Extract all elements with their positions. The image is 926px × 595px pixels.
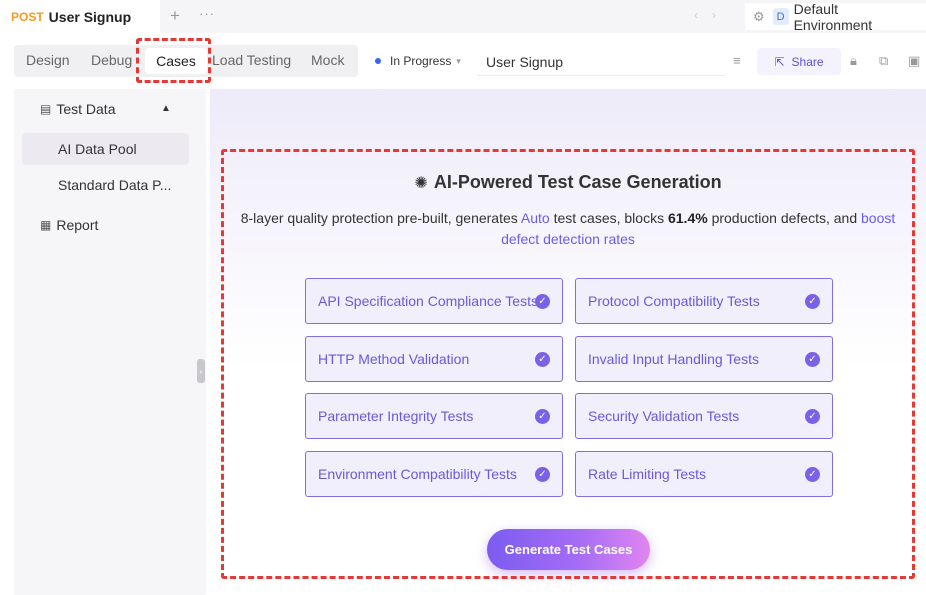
tab-mock[interactable]: Mock <box>311 52 344 68</box>
check-icon: ✓ <box>535 294 550 309</box>
generate-test-cases-button[interactable]: Generate Test Cases <box>487 529 650 570</box>
status-dot <box>375 58 381 64</box>
share-icon: ⇱ <box>774 54 785 69</box>
feature-card[interactable]: API Specification Compliance Tests ✓ <box>305 278 563 324</box>
defect-percent: 61.4% <box>667 210 708 226</box>
feature-label: HTTP Method Validation <box>318 351 470 367</box>
more-icon[interactable]: ··· <box>199 6 215 21</box>
auto-link[interactable]: Auto <box>521 210 550 226</box>
sidebar-collapse-handle[interactable]: ‹ <box>197 359 205 383</box>
check-icon: ✓ <box>535 409 550 424</box>
description-text: production defects, and <box>707 210 862 226</box>
description: 8-layer quality protection pre-built, ge… <box>232 208 904 250</box>
feature-card[interactable]: Invalid Input Handling Tests ✓ <box>575 336 833 382</box>
chart-icon: ▤ <box>40 102 52 116</box>
lock-icon[interactable]: 🔒︎ <box>850 53 857 69</box>
sidebar: ▤ Test Data ▲ AI Data Pool Standard Data… <box>14 89 206 595</box>
tab-design[interactable]: Design <box>26 52 70 68</box>
feature-card[interactable]: Rate Limiting Tests ✓ <box>575 451 833 497</box>
description-text: test cases, blocks <box>549 210 668 226</box>
clipboard-icon: ▦ <box>40 218 52 232</box>
archive-icon[interactable]: ▣ <box>908 53 920 69</box>
sidebar-item-ai-data-pool[interactable]: AI Data Pool <box>22 133 189 165</box>
tab-debug[interactable]: Debug <box>91 52 132 68</box>
status-dropdown[interactable]: In Progress ▾ <box>375 54 461 68</box>
request-toolbar: Design Debug Cases Load Testing Mock In … <box>0 33 926 89</box>
page-title: ✺ AI-Powered Test Case Generation <box>210 172 926 193</box>
feature-card[interactable]: Security Validation Tests ✓ <box>575 393 833 439</box>
feature-label: API Specification Compliance Tests <box>318 293 538 309</box>
sidebar-item-report[interactable]: ▦ Report <box>40 217 98 233</box>
tab-nav-arrows[interactable]: ‹› <box>694 8 730 22</box>
feature-label: Environment Compatibility Tests <box>318 466 517 482</box>
feature-label: Parameter Integrity Tests <box>318 408 474 424</box>
environment-selector[interactable]: ⚙ D Default Environment <box>745 0 926 33</box>
status-label: In Progress <box>390 54 452 68</box>
method-badge: POST <box>11 9 44 24</box>
settings-icon[interactable]: ⚙ <box>753 9 765 25</box>
check-icon: ✓ <box>805 352 820 367</box>
sidebar-item-label: AI Data Pool <box>58 141 137 157</box>
environment-name: Default Environment <box>793 0 873 33</box>
copy-icon[interactable]: ⧉ <box>879 53 888 69</box>
edit-list-icon[interactable]: ≡ <box>733 53 741 68</box>
feature-label: Invalid Input Handling Tests <box>588 351 759 367</box>
feature-card[interactable]: Protocol Compatibility Tests ✓ <box>575 278 833 324</box>
request-tab[interactable]: POST User Signup <box>0 0 160 33</box>
sidebar-group-test-data[interactable]: ▤ Test Data <box>40 101 115 117</box>
description-text: 8-layer quality protection pre-built, ge… <box>240 210 521 226</box>
check-icon: ✓ <box>805 409 820 424</box>
environment-badge: D <box>772 8 789 25</box>
chevron-down-icon: ▾ <box>456 55 461 66</box>
feature-card[interactable]: Parameter Integrity Tests ✓ <box>305 393 563 439</box>
share-button[interactable]: ⇱ Share <box>757 48 841 75</box>
sidebar-item-standard-data-pool[interactable]: Standard Data P... <box>22 169 189 201</box>
check-icon: ✓ <box>535 352 550 367</box>
feature-card[interactable]: Environment Compatibility Tests ✓ <box>305 451 563 497</box>
plus-icon[interactable]: + <box>170 6 180 26</box>
sidebar-group-label: Test Data <box>56 101 116 117</box>
top-tab-bar: POST User Signup + ··· ‹› ⚙ D Default En… <box>0 0 926 33</box>
sidebar-report-label: Report <box>56 217 99 233</box>
chevron-up-icon[interactable]: ▲ <box>161 103 171 114</box>
feature-label: Rate Limiting Tests <box>588 466 707 482</box>
feature-label: Protocol Compatibility Tests <box>588 293 760 309</box>
request-tab-title: User Signup <box>48 8 132 25</box>
tab-cases[interactable]: Cases <box>145 48 207 74</box>
check-icon: ✓ <box>805 294 820 309</box>
sidebar-item-label: Standard Data P... <box>58 177 172 193</box>
check-icon: ✓ <box>805 467 820 482</box>
request-name-input[interactable] <box>477 48 725 76</box>
mode-tabs: Design Debug Cases Load Testing Mock <box>14 45 358 77</box>
tab-load-testing[interactable]: Load Testing <box>212 52 291 68</box>
check-icon: ✓ <box>535 467 550 482</box>
feature-label: Security Validation Tests <box>588 408 740 424</box>
ai-icon: ✺ <box>414 175 428 192</box>
page-title-text: AI-Powered Test Case Generation <box>433 172 722 192</box>
feature-card[interactable]: HTTP Method Validation ✓ <box>305 336 563 382</box>
share-label: Share <box>791 54 824 69</box>
